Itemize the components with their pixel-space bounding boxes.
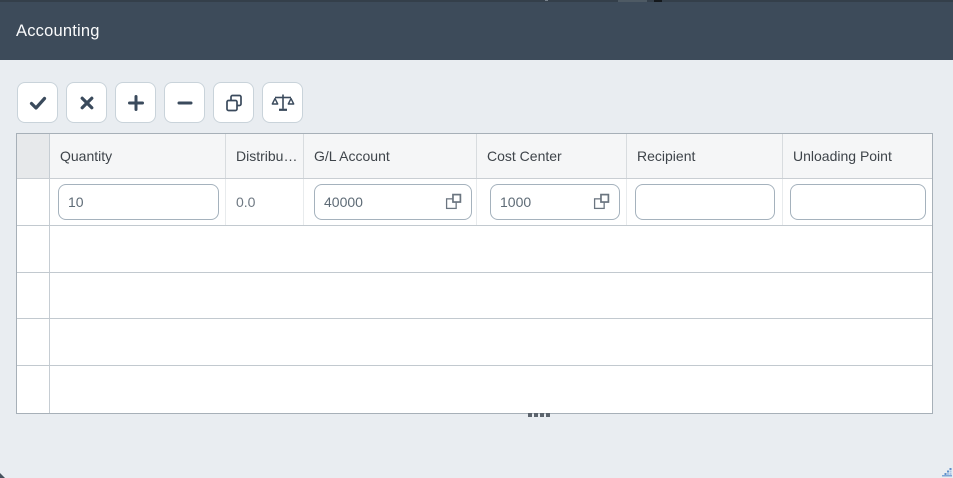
toolbar <box>17 82 303 123</box>
table-row-empty <box>17 366 932 413</box>
row-selector-cell[interactable] <box>17 366 50 413</box>
row-selector-cell[interactable] <box>17 273 50 319</box>
column-header-selector[interactable] <box>17 134 50 178</box>
quantity-cell <box>50 179 226 225</box>
table-row-empty <box>17 319 932 366</box>
row-selector-cell[interactable] <box>17 319 50 365</box>
cost-center-field-wrap <box>490 184 620 220</box>
value-help-icon[interactable] <box>593 193 610 210</box>
cost-center-input[interactable] <box>500 194 589 210</box>
bottom-left-artifact <box>0 473 5 478</box>
close-icon <box>75 91 99 115</box>
column-header-cost-center[interactable]: Cost Center <box>477 134 627 178</box>
resize-dot <box>540 413 544 417</box>
recipient-cell <box>627 179 783 225</box>
quantity-input[interactable] <box>68 194 209 210</box>
value-help-icon[interactable] <box>445 193 462 210</box>
minus-icon <box>173 91 197 115</box>
table-row-empty <box>17 273 932 320</box>
dialog-title: Accounting <box>16 22 100 41</box>
table-resize-handle[interactable] <box>528 413 550 417</box>
unloading-point-field-wrap <box>790 184 926 220</box>
column-header-recipient[interactable]: Recipient <box>627 134 783 178</box>
balance-scale-icon <box>271 91 295 115</box>
remove-row-button[interactable] <box>164 82 205 123</box>
empty-row-area <box>50 366 932 413</box>
gl-account-input[interactable] <box>324 194 441 210</box>
resize-dot <box>534 413 538 417</box>
resize-dot <box>546 413 550 417</box>
recipient-input[interactable] <box>645 194 765 210</box>
cost-center-cell <box>477 179 627 225</box>
accounting-dialog: Accounting <box>0 0 953 478</box>
check-icon <box>26 91 50 115</box>
column-header-gl-account[interactable]: G/L Account <box>304 134 477 178</box>
empty-row-area <box>50 226 932 272</box>
window-resize-grip[interactable] <box>942 467 952 477</box>
distribute-button[interactable] <box>262 82 303 123</box>
column-header-quantity[interactable]: Quantity <box>50 134 226 178</box>
distribution-value: 0.0 <box>226 194 255 210</box>
resize-dot <box>528 413 532 417</box>
top-edge-notch <box>545 0 548 1</box>
copy-row-button[interactable] <box>213 82 254 123</box>
distribution-cell: 0.0 <box>226 179 304 225</box>
empty-row-area <box>50 273 932 319</box>
add-row-button[interactable] <box>115 82 156 123</box>
unloading-point-input[interactable] <box>800 194 916 210</box>
row-selector-cell[interactable] <box>17 179 50 225</box>
unloading-point-cell <box>783 179 932 225</box>
decline-button[interactable] <box>66 82 107 123</box>
quantity-field-wrap <box>58 184 219 220</box>
empty-row-area <box>50 319 932 365</box>
plus-icon <box>124 91 148 115</box>
table-row-empty <box>17 226 932 273</box>
column-header-distribution[interactable]: Distribu… <box>226 134 304 178</box>
accounting-table: Quantity Distribu… G/L Account Cost Cent… <box>16 133 933 414</box>
copy-icon <box>222 91 246 115</box>
table-header-row: Quantity Distribu… G/L Account Cost Cent… <box>17 134 932 179</box>
accept-button[interactable] <box>17 82 58 123</box>
gl-account-cell <box>304 179 477 225</box>
recipient-field-wrap <box>635 184 775 220</box>
row-selector-cell[interactable] <box>17 226 50 272</box>
gl-account-field-wrap <box>314 184 472 220</box>
dialog-header: Accounting <box>0 2 953 60</box>
table-row: 0.0 <box>17 179 932 226</box>
column-header-unloading-point[interactable]: Unloading Point <box>783 134 932 178</box>
